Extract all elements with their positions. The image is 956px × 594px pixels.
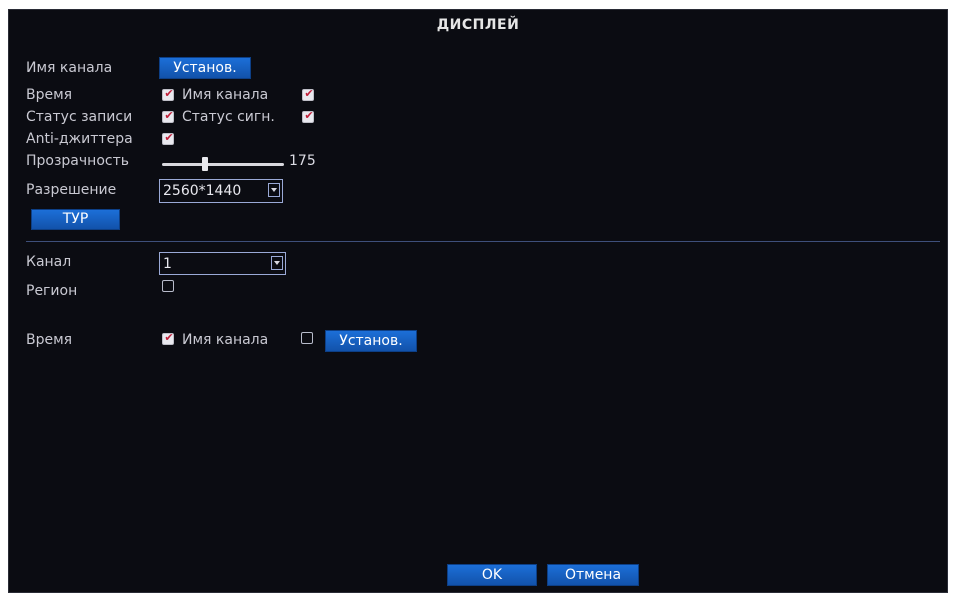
- overlay-channel-name-checkbox[interactable]: [301, 332, 313, 344]
- chevron-down-icon[interactable]: [271, 256, 283, 270]
- section-divider: [26, 241, 940, 242]
- region-checkbox[interactable]: [162, 280, 174, 292]
- display-settings-window: ДИСПЛЕЙ Имя канала Установ. Время Имя ка…: [8, 9, 948, 593]
- channel-value: 1: [163, 256, 172, 272]
- time-checkbox[interactable]: [162, 87, 175, 101]
- channel-label: Канал: [26, 254, 72, 270]
- record-status-label: Статус записи: [26, 109, 133, 125]
- window-title: ДИСПЛЕЙ: [436, 17, 520, 33]
- alarm-status-checkbox[interactable]: [302, 109, 315, 123]
- region-label: Регион: [26, 283, 78, 299]
- record-status-checkbox[interactable]: [162, 109, 175, 123]
- channel-select[interactable]: 1: [159, 252, 286, 275]
- channel-name-checkbox-label: Имя канала: [182, 87, 269, 103]
- antijitter-checkbox[interactable]: [162, 131, 175, 145]
- chevron-down-icon[interactable]: [268, 183, 280, 197]
- tour-button[interactable]: ТУР: [31, 209, 120, 230]
- transparency-value: 175: [289, 153, 316, 169]
- overlay-time-label: Время: [26, 332, 73, 348]
- time-label: Время: [26, 87, 73, 103]
- channel-name-set-button[interactable]: Установ.: [159, 57, 251, 79]
- overlay-time-checkbox[interactable]: [162, 331, 175, 345]
- overlay-set-button[interactable]: Установ.: [325, 330, 417, 352]
- resolution-label: Разрешение: [26, 182, 117, 198]
- channel-name-checkbox[interactable]: [302, 87, 315, 101]
- transparency-slider-track[interactable]: [162, 163, 284, 166]
- alarm-status-label: Статус сигн.: [182, 109, 275, 125]
- resolution-select[interactable]: 2560*1440: [159, 179, 283, 203]
- cancel-button[interactable]: Отмена: [547, 564, 639, 586]
- transparency-slider-handle[interactable]: [202, 157, 208, 171]
- resolution-value: 2560*1440: [163, 183, 242, 199]
- channel-name-label: Имя канала: [26, 60, 113, 76]
- overlay-channel-name-label: Имя канала: [182, 332, 269, 348]
- transparency-label: Прозрачность: [26, 153, 129, 169]
- antijitter-label: Anti-джиттера: [26, 131, 133, 147]
- ok-button[interactable]: OK: [447, 564, 537, 586]
